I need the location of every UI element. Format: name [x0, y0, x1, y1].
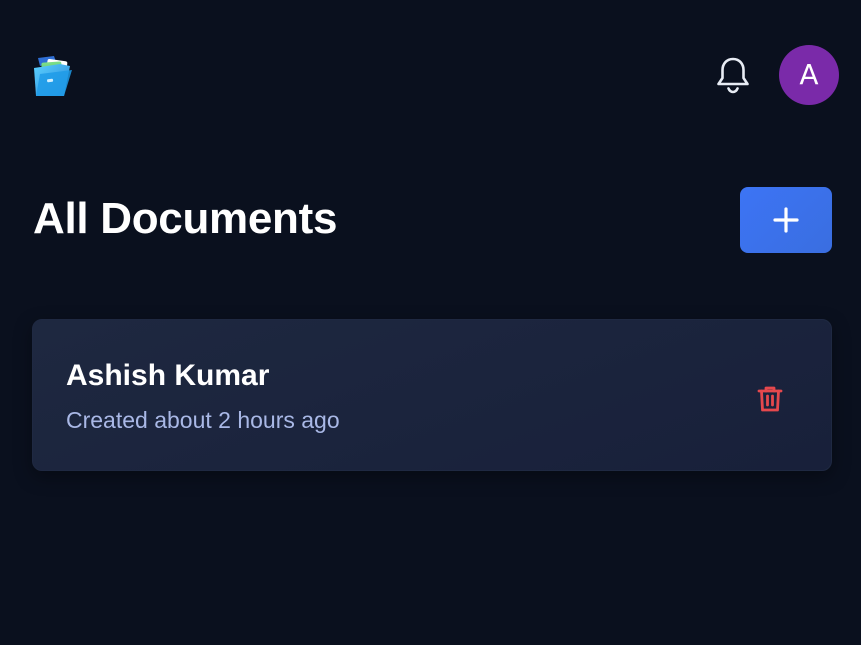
document-title: Ashish Kumar	[66, 359, 270, 392]
document-created-time: Created about 2 hours ago	[66, 407, 340, 433]
app-page: A All Documents Ashish Kumar Created abo…	[0, 0, 861, 645]
avatar-initial: A	[799, 58, 819, 91]
document-card[interactable]: Ashish Kumar Created about 2 hours ago	[32, 319, 832, 471]
page-title: All Documents	[33, 194, 338, 243]
add-document-button[interactable]	[740, 187, 832, 253]
avatar[interactable]: A	[779, 45, 839, 105]
delete-document-button[interactable]	[751, 380, 789, 418]
trash-icon	[757, 386, 783, 412]
bell-icon[interactable]	[713, 55, 753, 95]
plus-icon	[773, 207, 799, 233]
folder-documents-icon[interactable]	[30, 52, 76, 100]
